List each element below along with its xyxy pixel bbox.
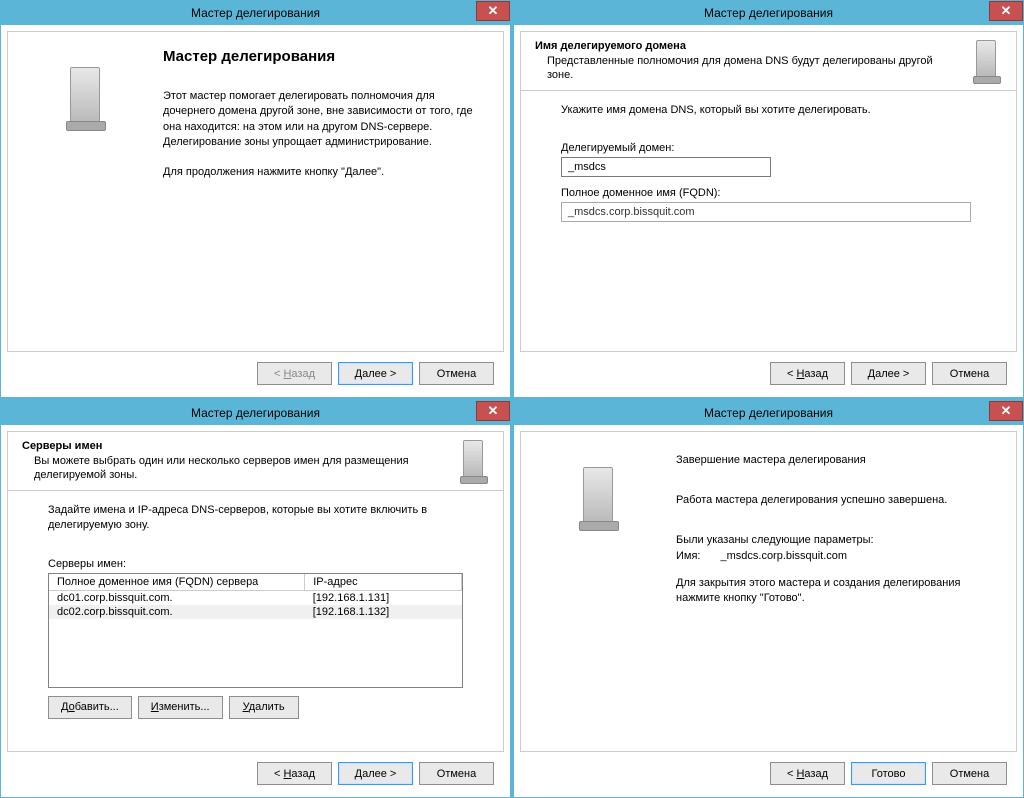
server-icon	[457, 440, 489, 484]
button-row: < Назад Далее > Отмена	[1, 352, 510, 397]
server-icon	[62, 67, 110, 131]
delegated-domain-label: Делегируемый домен:	[561, 142, 986, 154]
wizard-dialog-finish: Мастер делегирования ✕ Завершение мастер…	[513, 400, 1024, 798]
wizard-content: Задайте имена и IP-адреса DNS-серверов, …	[8, 491, 503, 751]
back-button: < Назад	[257, 362, 332, 385]
add-button[interactable]: Добавить...	[48, 696, 132, 719]
close-button[interactable]: ✕	[476, 401, 510, 421]
window-title: Мастер делегирования	[191, 6, 320, 20]
nameservers-table[interactable]: Полное доменное имя (FQDN) сервера IP-ад…	[48, 573, 463, 688]
server-icon	[970, 40, 1002, 84]
fqdn-readonly: _msdcs.corp.bissquit.com	[561, 202, 971, 222]
window-title: Мастер делегирования	[704, 406, 833, 420]
close-button[interactable]: ✕	[989, 1, 1023, 21]
close-icon: ✕	[488, 3, 499, 19]
dialog-body: Серверы имен Вы можете выбрать один или …	[7, 431, 504, 752]
titlebar[interactable]: Мастер делегирования ✕	[1, 1, 510, 25]
welcome-desc: Этот мастер помогает делегировать полном…	[163, 89, 483, 151]
titlebar[interactable]: Мастер делегирования ✕	[514, 1, 1023, 25]
close-icon: ✕	[1001, 3, 1012, 19]
wizard-header: Имя делегируемого домена Представленные …	[521, 32, 1016, 90]
button-row: < Назад Далее > Отмена	[1, 752, 510, 797]
back-button[interactable]: < Назад	[257, 762, 332, 785]
cell-fqdn: dc02.corp.bissquit.com.	[49, 605, 305, 619]
button-row: < Назад Готово Отмена	[514, 752, 1023, 797]
summary-row: Имя: _msdcs.corp.bissquit.com	[676, 550, 996, 562]
cell-ip: [192.168.1.132]	[305, 605, 462, 619]
next-button[interactable]: Далее >	[851, 362, 926, 385]
delete-button[interactable]: Удалить	[229, 696, 299, 719]
summary-key: Имя:	[676, 550, 700, 562]
close-icon: ✕	[488, 403, 499, 419]
header-subtitle: Вы можете выбрать один или несколько сер…	[22, 452, 447, 483]
welcome-title: Мастер делегирования	[163, 48, 483, 65]
wizard-dialog-nameservers: Мастер делегирования ✕ Серверы имен Вы м…	[0, 400, 511, 798]
wizard-dialog-welcome: Мастер делегирования ✕ Мастер делегирова…	[0, 0, 511, 398]
table-header-row: Полное доменное имя (FQDN) сервера IP-ад…	[49, 574, 462, 591]
finish-text-2: Были указаны следующие параметры:	[676, 534, 996, 546]
cell-fqdn: dc01.corp.bissquit.com.	[49, 590, 305, 605]
cancel-button[interactable]: Отмена	[419, 762, 494, 785]
summary-value: _msdcs.corp.bissquit.com	[720, 550, 847, 562]
window-title: Мастер делегирования	[704, 6, 833, 20]
table-row[interactable]: dc01.corp.bissquit.com. [192.168.1.131]	[49, 590, 462, 605]
finish-text-1: Работа мастера делегирования успешно зав…	[676, 494, 996, 506]
wizard-content: Укажите имя домена DNS, который вы хотит…	[521, 91, 1016, 351]
titlebar[interactable]: Мастер делегирования ✕	[514, 401, 1023, 425]
cell-ip: [192.168.1.131]	[305, 590, 462, 605]
table-label: Серверы имен:	[48, 558, 463, 570]
close-icon: ✕	[1001, 403, 1012, 419]
wizard-sidebar	[521, 432, 676, 751]
close-button[interactable]: ✕	[989, 401, 1023, 421]
wizard-dialog-domain: Мастер делегирования ✕ Имя делегируемого…	[513, 0, 1024, 398]
header-title: Серверы имен	[22, 440, 447, 452]
finish-button[interactable]: Готово	[851, 762, 926, 785]
server-icon	[575, 467, 623, 531]
cancel-button[interactable]: Отмена	[419, 362, 494, 385]
dialog-body: Имя делегируемого домена Представленные …	[520, 31, 1017, 352]
instruction-text: Задайте имена и IP-адреса DNS-серверов, …	[48, 503, 463, 534]
finish-text-3: Для закрытия этого мастера и создания де…	[676, 576, 996, 607]
header-title: Имя делегируемого домена	[535, 40, 960, 52]
wizard-content: Завершение мастера делегирования Работа …	[676, 432, 1016, 751]
close-button[interactable]: ✕	[476, 1, 510, 21]
window-title: Мастер делегирования	[191, 406, 320, 420]
finish-title: Завершение мастера делегирования	[676, 454, 996, 466]
next-button[interactable]: Далее >	[338, 762, 413, 785]
next-button[interactable]: Далее >	[338, 362, 413, 385]
header-subtitle: Представленные полномочия для домена DNS…	[535, 52, 960, 83]
back-button[interactable]: < Назад	[770, 362, 845, 385]
wizard-sidebar	[8, 32, 163, 351]
cancel-button[interactable]: Отмена	[932, 762, 1007, 785]
table-row[interactable]: dc02.corp.bissquit.com. [192.168.1.132]	[49, 605, 462, 619]
fqdn-label: Полное доменное имя (FQDN):	[561, 187, 986, 199]
delegated-domain-input[interactable]	[561, 157, 771, 177]
back-button[interactable]: < Назад	[770, 762, 845, 785]
instruction-text: Укажите имя домена DNS, который вы хотит…	[561, 103, 986, 118]
cancel-button[interactable]: Отмена	[932, 362, 1007, 385]
col-fqdn[interactable]: Полное доменное имя (FQDN) сервера	[49, 574, 305, 591]
titlebar[interactable]: Мастер делегирования ✕	[1, 401, 510, 425]
edit-button[interactable]: Изменить...	[138, 696, 223, 719]
dialog-body: Завершение мастера делегирования Работа …	[520, 431, 1017, 752]
wizard-header: Серверы имен Вы можете выбрать один или …	[8, 432, 503, 490]
welcome-continue: Для продолжения нажмите кнопку "Далее".	[163, 165, 483, 180]
table-button-row: Добавить... Изменить... Удалить	[48, 696, 463, 719]
wizard-content: Мастер делегирования Этот мастер помогае…	[163, 32, 503, 351]
button-row: < Назад Далее > Отмена	[514, 352, 1023, 397]
dialog-body: Мастер делегирования Этот мастер помогае…	[7, 31, 504, 352]
col-ip[interactable]: IP-адрес	[305, 574, 462, 591]
